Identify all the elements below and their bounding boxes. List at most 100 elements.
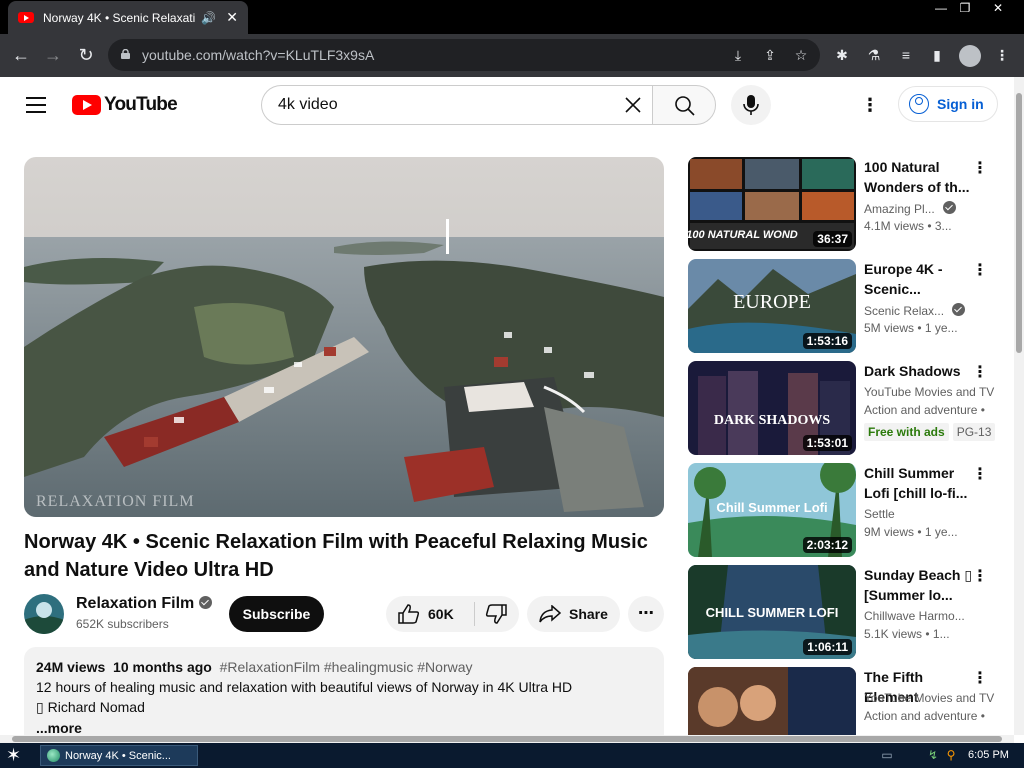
recommendation-thumbnail[interactable]: DARK SHADOWS 1:53:01 [688,361,856,455]
duration-badge: 1:06:11 [803,639,852,655]
duration-badge: 1:53:01 [802,435,852,451]
kebab-menu-icon[interactable]: ⋮ [972,567,988,587]
thumbnail-text: DARK SHADOWS [713,413,831,428]
recommendation-meta: Action and adventure • [864,403,985,417]
subscribe-button[interactable]: Subscribe [229,596,324,632]
microphone-icon [743,95,759,115]
share-arrow-icon [539,605,561,623]
browser-titlebar: Norway 4K • Scenic Relaxation 🔊 ✕ — ❐ ✕ [0,0,1024,34]
extensions-puzzle-icon[interactable]: ✱ [832,45,852,65]
show-more-link[interactable]: ...more [36,720,652,736]
recommendation-channel[interactable]: Settle [864,507,998,521]
speaker-icon[interactable]: 🔊 [201,11,216,25]
search-button[interactable] [652,85,716,125]
recommendation-channel[interactable]: Scenic Relax... [864,303,998,318]
kebab-menu-icon[interactable]: ⋮ [972,261,988,281]
window-close-icon[interactable]: ✕ [983,0,1013,18]
hamburger-menu-icon[interactable] [26,97,46,113]
recommendation-channel[interactable]: YouTube Movies and TV [864,385,998,399]
recommendation-thumbnail[interactable]: 100 NATURAL WOND 36:37 [688,157,856,251]
share-button[interactable]: Share [527,596,620,632]
description-line-1: 12 hours of healing music and relaxation… [36,679,573,695]
recommendation-thumbnail[interactable]: Chill Summer Lofi 2:03:12 [688,463,856,557]
sign-in-button[interactable]: Sign in [898,86,998,122]
clear-search-icon[interactable] [621,93,645,117]
share-page-icon[interactable]: ⇪ [760,45,780,65]
recommendation-thumbnail[interactable]: CHILL SUMMER LOFI 1:06:11 [688,565,856,659]
start-star-icon[interactable]: ✶ [6,745,21,765]
clock: 6:05 PM [968,749,1009,761]
youtube-logo[interactable]: YouTube [72,94,178,116]
bookmark-star-icon[interactable]: ☆ [791,45,811,65]
thumbs-up-icon [398,604,420,624]
verified-badge-icon [952,303,966,316]
restore-icon[interactable]: ❐ [950,0,980,18]
search-tray-icon[interactable]: ⚲ [944,748,958,762]
search-query: 4k video [278,96,338,113]
dislike-button[interactable] [475,596,519,632]
video-player[interactable]: RELAXATION FILM [24,157,664,517]
like-button[interactable]: 60K [386,596,474,632]
recommendation-title[interactable]: Dark Shadows [864,361,974,381]
recommendation-meta: Action and adventure • [864,709,985,723]
recommendation-title[interactable]: Chill Summer Lofi [chill lo-fi... [864,463,974,503]
channel-row: Relaxation Film 652K subscribers Subscri… [24,594,664,634]
os-taskbar: ✶ Norway 4K • Scenic... ▭ ↯ ⚲ 6:05 PM [0,743,1024,768]
recommendation-item[interactable]: CHILL SUMMER LOFI 1:06:11 Sunday Beach ▯… [688,565,1008,659]
address-bar[interactable]: youtube.com/watch?v=KLuTLF3x9sA ⤓ ⇪ ☆ [108,39,820,71]
browser-tab[interactable]: Norway 4K • Scenic Relaxation 🔊 ✕ [8,1,248,34]
kebab-menu-icon[interactable]: ⋮ [972,159,988,179]
settings-more-icon[interactable]: ⋮ [858,95,882,115]
more-actions-icon[interactable]: ⋯ [628,596,664,632]
thumbnail-text: Chill Summer Lofi [716,500,828,515]
youtube-favicon-icon [18,12,34,23]
media-queue-icon[interactable]: ≡ [896,45,916,65]
hashtags[interactable]: #RelaxationFilm #healingmusic #Norway [220,659,473,675]
taskbar-window-button[interactable]: Norway 4K • Scenic... [40,745,198,766]
verified-badge-icon [199,596,213,609]
recommendation-meta: 5.1K views • 1... [864,627,950,641]
description-meta: 24M views 10 months ago #RelaxationFilm … [36,659,473,675]
network-icon[interactable]: ↯ [926,748,940,762]
browser-menu-icon[interactable]: ⋮ [992,45,1012,65]
voice-search-button[interactable] [731,85,771,125]
recommendation-meta: 5M views • 1 ye... [864,321,958,335]
labs-flask-icon[interactable]: ⚗ [864,45,884,65]
duration-badge: 2:03:12 [802,537,852,553]
recommendation-title[interactable]: 100 Natural Wonders of th... [864,157,974,197]
recommendation-item[interactable]: EUROPE 1:53:16 Europe 4K - Scenic... Sce… [688,259,1008,353]
back-arrow-icon[interactable]: ← [8,42,34,68]
kebab-menu-icon[interactable]: ⋮ [972,363,988,383]
profile-avatar-icon[interactable] [959,45,981,67]
side-panel-icon[interactable]: ▮ [927,45,947,65]
recommendation-item[interactable]: 100 NATURAL WOND 36:37 100 Natural Wonde… [688,157,1008,251]
tab-close-icon[interactable]: ✕ [226,9,238,26]
duration-badge: 1:53:16 [802,333,852,349]
youtube-play-icon [72,95,101,115]
horizontal-scrollbar[interactable] [0,735,1014,743]
recommendation-thumbnail[interactable]: EUROPE 1:53:16 [688,259,856,353]
kebab-menu-icon[interactable]: ⋮ [972,669,988,689]
channel-avatar[interactable] [24,594,64,634]
recommendation-title[interactable]: Sunday Beach ▯ [Summer lo... [864,565,974,605]
recommendation-thumbnail[interactable] [688,667,856,735]
recommendation-channel[interactable]: Amazing Pl... [864,201,998,216]
vertical-scrollbar[interactable] [1014,77,1024,735]
keyboard-icon[interactable]: ▭ [880,748,894,762]
reload-icon[interactable]: ↻ [73,42,99,68]
recommendation-channel[interactable]: YouTube Movies and TV [864,691,998,705]
badge-row: Free with ads PG-13 [864,423,999,441]
recommendation-title[interactable]: Europe 4K - Scenic... [864,259,974,299]
recommendation-item[interactable]: Chill Summer Lofi 2:03:12 Chill Summer L… [688,463,1008,557]
search-input[interactable]: 4k video [261,85,653,125]
recommendation-channel[interactable]: Chillwave Harmo... [864,609,998,623]
description-box[interactable]: 24M views 10 months ago #RelaxationFilm … [24,647,664,747]
channel-name[interactable]: Relaxation Film [76,595,213,613]
recommendation-item[interactable]: The Fifth Element YouTube Movies and TV … [688,667,1008,735]
kebab-menu-icon[interactable]: ⋮ [972,465,988,485]
recommendation-item[interactable]: DARK SHADOWS 1:53:01 Dark Shadows YouTub… [688,361,1008,455]
youtube-header: YouTube 4k video ⋮ Sign in [0,77,1014,133]
forward-arrow-icon[interactable]: → [40,42,66,68]
install-icon[interactable]: ⤓ [728,45,748,65]
thumbs-down-icon [485,604,507,624]
